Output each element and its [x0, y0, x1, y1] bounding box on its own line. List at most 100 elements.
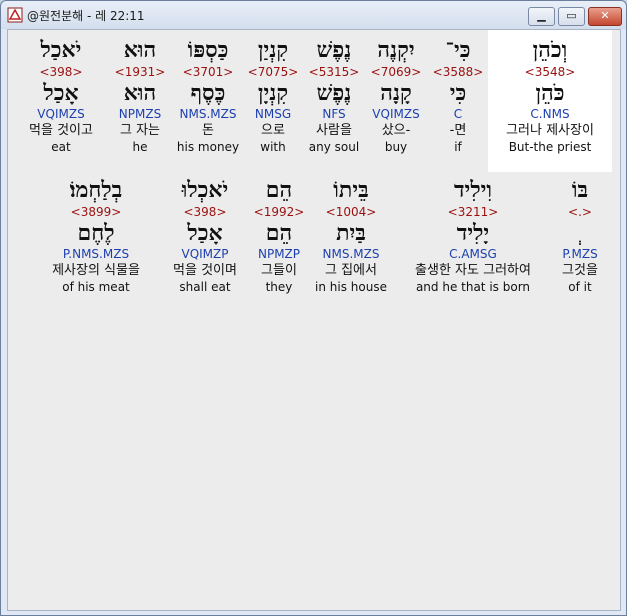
english-gloss: with — [260, 140, 286, 154]
korean-gloss: 그 집에서 — [325, 263, 377, 278]
morphology-code[interactable]: VQIMZS — [364, 106, 428, 122]
strong-number[interactable]: <3701> — [172, 64, 244, 80]
morphology-code[interactable]: NPMZS — [108, 106, 172, 122]
hebrew-word: יֹאכְלוּ — [181, 177, 229, 203]
strong-number[interactable]: <1004> — [310, 204, 392, 220]
strong-number[interactable]: <5315> — [302, 64, 366, 80]
strong-number[interactable]: <3899> — [28, 204, 164, 220]
korean-gloss: 사람을 — [316, 123, 352, 138]
title-bar[interactable]: @원전분해 - 레 22:11 ▁ ▭ ✕ — [1, 1, 626, 29]
word-block[interactable]: בּוֹ <.> ְ P.MZS 그것을 of it — [552, 176, 608, 295]
hebrew-word: יִקְנֶה — [377, 37, 415, 63]
strong-number[interactable]: <1992> — [248, 204, 310, 220]
hebrew-word: הֵם — [265, 177, 293, 203]
korean-gloss: -면 — [449, 123, 467, 138]
strong-number[interactable]: <398> — [16, 64, 106, 80]
word-block[interactable]: וִילִיד <3211> יָלִיד C.AMSG 출생한 자도 그러하여… — [398, 176, 548, 295]
english-gloss: they — [265, 280, 293, 294]
english-gloss: eat — [51, 140, 71, 154]
word-block[interactable]: כִּי־ <3588> כִּי C -면 if — [426, 30, 490, 155]
english-gloss: his money — [176, 140, 240, 154]
lemma-word: כֹּהֵן — [535, 80, 565, 106]
hebrew-word: וְכֹהֵן — [532, 37, 568, 63]
korean-gloss: 먹을 것이며 — [173, 263, 237, 278]
word-block[interactable]: וְכֹהֵן <3548> כֹּהֵן C.NMS 그러나 제사장이 But… — [488, 30, 612, 172]
english-gloss: and he that is born — [415, 280, 531, 294]
morphology-code[interactable]: P.NMS.MZS — [28, 246, 164, 262]
lemma-word: לֶחֶם — [77, 220, 115, 246]
korean-gloss: 돈 — [202, 123, 214, 138]
morphology-code[interactable]: NPMZP — [248, 246, 310, 262]
hebrew-word: וִילִיד — [453, 177, 493, 203]
morphology-code[interactable]: NMSG — [242, 106, 304, 122]
window-title: @원전분해 - 레 22:11 — [27, 9, 145, 23]
morphology-code[interactable]: VQIMZP — [164, 246, 246, 262]
lemma-word: ְ — [552, 220, 608, 246]
strong-number[interactable]: <7075> — [242, 64, 304, 80]
minimize-button[interactable]: ▁ — [528, 7, 555, 26]
hebrew-word: קִנְיַן — [257, 37, 289, 63]
word-block[interactable]: הוּא <1931> הוּא NPMZS 그 자는 he — [108, 30, 172, 155]
english-gloss: he — [132, 140, 148, 154]
morphology-code[interactable]: C.NMS — [488, 106, 612, 122]
word-block[interactable]: בְלַחְמוֹ׃ <3899> לֶחֶם P.NMS.MZS 제사장의 식… — [28, 176, 164, 295]
korean-gloss: 그들이 — [261, 263, 297, 278]
lemma-word: הוּא — [123, 80, 157, 106]
hebrew-word: בְלַחְמוֹ׃ — [69, 177, 123, 203]
app-window: @원전분해 - 레 22:11 ▁ ▭ ✕ וְכֹהֵן <3548> כֹּ… — [0, 0, 627, 616]
english-gloss: in his house — [315, 280, 387, 294]
english-gloss: of his meat — [62, 280, 130, 294]
morphology-code[interactable]: C.AMSG — [398, 246, 548, 262]
strong-number[interactable]: <1931> — [108, 64, 172, 80]
korean-gloss: 출생한 자도 그러하여 — [415, 263, 531, 278]
verse-analysis-panel: וְכֹהֵן <3548> כֹּהֵן C.NMS 그러나 제사장이 But… — [7, 29, 621, 611]
korean-gloss: 제사장의 식물을 — [52, 263, 140, 278]
hebrew-word: כַּסְפּוֹ — [187, 37, 229, 63]
strong-number[interactable]: <3588> — [426, 64, 490, 80]
word-block[interactable]: נֶפֶשׁ <5315> נֶפֶשׁ NFS 사람을 any soul — [302, 30, 366, 155]
lemma-word: קָנָה — [380, 80, 412, 106]
korean-gloss: 으로 — [261, 123, 285, 138]
morphology-code[interactable]: NFS — [302, 106, 366, 122]
english-gloss: any soul — [308, 140, 360, 154]
strong-number[interactable]: <398> — [164, 204, 246, 220]
morphology-code[interactable]: VQIMZS — [16, 106, 106, 122]
korean-gloss: 그러나 제사장이 — [506, 123, 594, 138]
morphology-code[interactable]: NMS.MZS — [310, 246, 392, 262]
maximize-button[interactable]: ▭ — [558, 7, 585, 26]
word-block[interactable]: כַּסְפּוֹ <3701> כֶּסֶף NMS.MZS 돈 his mo… — [172, 30, 244, 155]
strong-number[interactable]: <7069> — [364, 64, 428, 80]
lemma-word: הֵם — [265, 220, 293, 246]
word-block[interactable]: יִקְנֶה <7069> קָנָה VQIMZS 샀으- buy — [364, 30, 428, 155]
lemma-word: כִּי — [449, 80, 467, 106]
strong-number[interactable]: <3211> — [398, 204, 548, 220]
lemma-word: קִנְיָן — [257, 80, 289, 106]
word-block[interactable]: יֹאכַל <398> אָכַל VQIMZS 먹을 것이고 eat — [16, 30, 106, 155]
english-gloss: of it — [568, 280, 592, 294]
hebrew-word: הוּא — [123, 37, 157, 63]
word-block[interactable]: בֵּיתוֹ <1004> בַּיִת NMS.MZS 그 집에서 in h… — [310, 176, 392, 295]
maximize-icon: ▭ — [566, 9, 577, 22]
app-icon — [7, 7, 23, 23]
minimize-icon: ▁ — [537, 9, 546, 22]
korean-gloss: 그것을 — [562, 263, 598, 278]
korean-gloss: 그 자는 — [119, 123, 160, 138]
word-block[interactable]: קִנְיַן <7075> קִנְיָן NMSG 으로 with — [242, 30, 304, 155]
morphology-code[interactable]: NMS.MZS — [172, 106, 244, 122]
hebrew-word: נֶפֶשׁ — [316, 37, 352, 63]
english-gloss: But-the priest — [508, 140, 592, 154]
morphology-code[interactable]: C — [426, 106, 490, 122]
hebrew-word: בּוֹ — [571, 177, 589, 203]
morphology-code[interactable]: P.MZS — [552, 246, 608, 262]
korean-gloss: 먹을 것이고 — [29, 123, 93, 138]
english-gloss: shall eat — [179, 280, 231, 294]
close-icon: ✕ — [600, 9, 610, 22]
word-block[interactable]: יֹאכְלוּ <398> אָכַל VQIMZP 먹을 것이며 shall… — [164, 176, 246, 295]
strong-number[interactable]: <.> — [552, 204, 608, 220]
close-button[interactable]: ✕ — [588, 7, 622, 26]
english-gloss: buy — [384, 140, 408, 154]
strong-number[interactable]: <3548> — [488, 64, 612, 80]
word-block[interactable]: הֵם <1992> הֵם NPMZP 그들이 they — [248, 176, 310, 295]
korean-gloss: 샀으- — [381, 123, 411, 138]
english-gloss: if — [454, 140, 462, 154]
